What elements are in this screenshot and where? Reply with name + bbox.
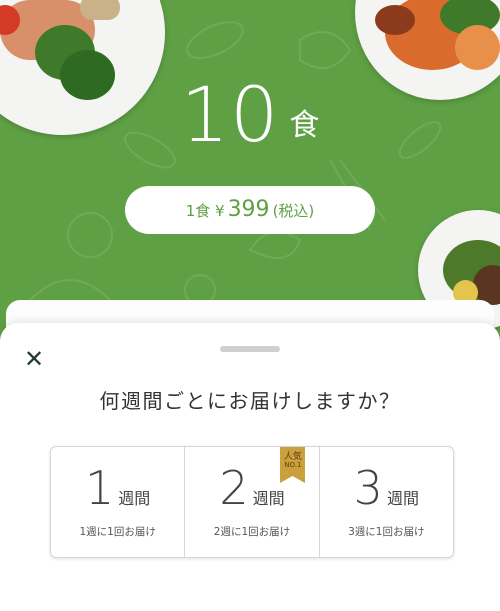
sheet-drag-handle[interactable] bbox=[220, 346, 280, 352]
delivery-frequency-sheet: ✕ 何週間ごとにお届けしますか？ 1 週間 1週に1回お届け 人気 NO.1 2週… bbox=[0, 323, 500, 611]
price-prefix: 1食 ¥ bbox=[185, 202, 225, 220]
option-description: 1週に1回お届け bbox=[79, 526, 156, 538]
option-unit: 週間 bbox=[386, 489, 419, 508]
meal-count: 10 食 bbox=[0, 70, 500, 159]
option-1-week[interactable]: 1 週間 1週に1回お届け bbox=[51, 447, 184, 557]
option-unit: 週間 bbox=[118, 489, 151, 508]
price-per-meal-badge: 1食 ¥399 (税込) bbox=[125, 186, 375, 234]
option-unit: 週間 bbox=[252, 489, 285, 508]
frequency-options: 1 週間 1週に1回お届け 人気 NO.1 2 週間 2週に1回お届け 3 週間 3週… bbox=[50, 446, 454, 558]
close-button[interactable]: ✕ bbox=[22, 345, 46, 373]
option-description: 3週に1回お届け bbox=[348, 526, 425, 538]
option-number: 2 bbox=[219, 461, 249, 515]
meal-count-unit: 食 bbox=[289, 108, 320, 143]
hero-banner: 10 食 1食 ¥399 (税込) bbox=[0, 0, 500, 330]
option-2-week[interactable]: 人気 NO.1 2 週間 2週に1回お届け bbox=[184, 447, 318, 557]
option-3-week[interactable]: 3 週間 3週に1回お届け bbox=[318, 447, 453, 557]
price-value: 399 bbox=[227, 197, 270, 222]
close-icon: ✕ bbox=[23, 345, 45, 373]
sheet-question: 何週間ごとにお届けしますか？ bbox=[99, 389, 401, 413]
option-description: 2週に1回お届け bbox=[213, 526, 291, 538]
option-number: 3 bbox=[353, 461, 383, 515]
meal-count-number: 10 bbox=[180, 70, 280, 159]
option-number: 1 bbox=[85, 461, 115, 515]
price-suffix: (税込) bbox=[272, 202, 315, 220]
